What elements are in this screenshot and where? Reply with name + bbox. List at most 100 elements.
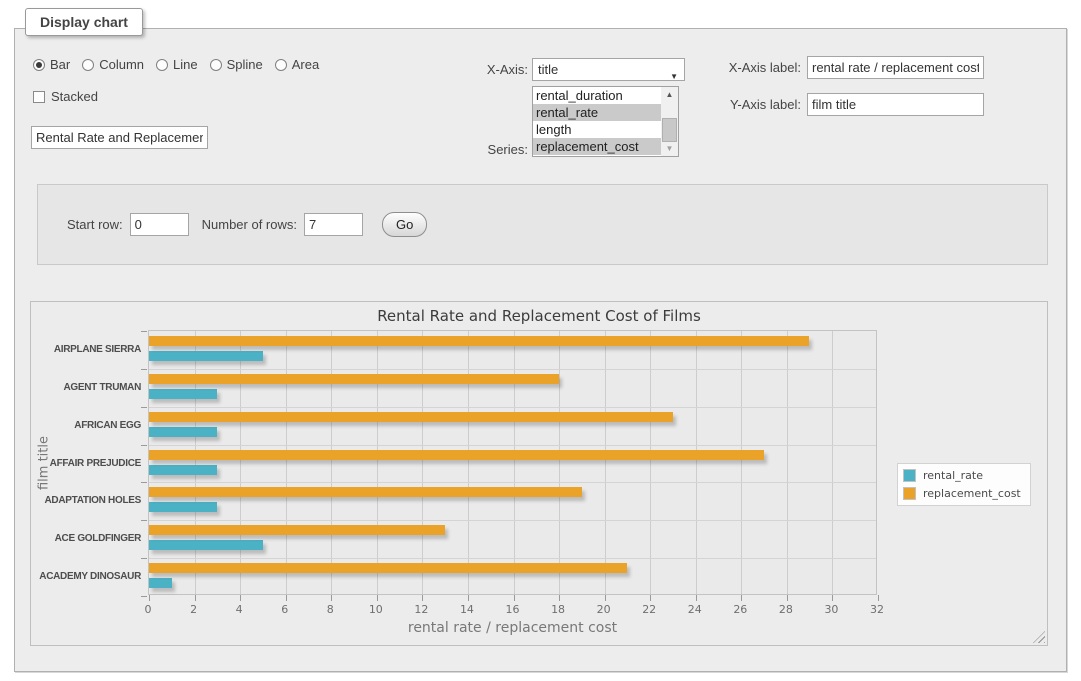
gridline [468,331,469,594]
legend-item: rental_rate [903,469,1021,482]
stacked-checkbox-row[interactable]: Stacked [33,89,98,104]
x-tick-label: 2 [179,603,209,616]
category-label: ACADEMY DINOSAUR [31,571,141,582]
x-tick-label: 4 [224,603,254,616]
y-tick-mark [141,331,147,332]
x-tick-label: 26 [725,603,755,616]
radio-label: Column [99,57,144,72]
x-tick-mark [832,595,833,601]
radio-icon[interactable] [156,59,168,71]
x-tick-label: 18 [543,603,573,616]
category-label: AFRICAN EGG [31,420,141,431]
series-option-rental_duration[interactable]: rental_duration [533,87,662,104]
bar-replacement_cost [149,412,673,422]
radio-icon[interactable] [210,59,222,71]
series-scrollbar[interactable]: ▲ ▼ [661,87,678,156]
series-multiselect[interactable]: rental_durationrental_ratelengthreplacem… [532,86,679,157]
gridline [149,482,876,483]
gridline [286,331,287,594]
gridline [605,331,606,594]
scrollbar-thumb[interactable] [662,118,677,142]
gridline [149,558,876,559]
bar-rental_rate [149,427,217,437]
x-tick-label: 16 [498,603,528,616]
y-axis-label-input[interactable] [807,93,984,116]
legend-item: replacement_cost [903,487,1021,500]
bar-rental_rate [149,502,217,512]
panel-legend: Display chart [25,8,143,36]
gridline [149,407,876,408]
stacked-checkbox[interactable] [33,91,45,103]
x-tick-mark [240,595,241,601]
x-tick-label: 28 [771,603,801,616]
series-option-replacement_cost[interactable]: replacement_cost [533,138,662,155]
resize-handle-icon[interactable] [1033,631,1045,643]
x-tick-label: 30 [816,603,846,616]
bar-replacement_cost [149,487,582,497]
start-row-label: Start row: [67,217,123,232]
radio-icon[interactable] [33,59,45,71]
chart-container: Rental Rate and Replacement Cost of Film… [30,301,1048,646]
gridline [422,331,423,594]
x-tick-label: 10 [361,603,391,616]
category-label: ADAPTATION HOLES [31,495,141,506]
y-tick-mark [141,445,147,446]
y-axis-title: film title [37,436,52,490]
y-tick-mark [141,369,147,370]
category-label: ACE GOLDFINGER [31,533,141,544]
category-label: AGENT TRUMAN [31,382,141,393]
x-axis-selected-value: title [538,62,558,77]
gridline [240,331,241,594]
start-row-input[interactable] [130,213,189,236]
x-tick-label: 8 [315,603,345,616]
radio-icon[interactable] [82,59,94,71]
bar-rental_rate [149,465,217,475]
radio-label: Area [292,57,319,72]
bar-rental_rate [149,540,263,550]
gridline [195,331,196,594]
series-option-rental_rate[interactable]: rental_rate [533,104,662,121]
radio-icon[interactable] [275,59,287,71]
x-tick-mark [468,595,469,601]
x-axis-select[interactable]: title ▼ [532,58,685,81]
y-tick-mark [141,520,147,521]
x-tick-label: 24 [680,603,710,616]
legend-label: rental_rate [923,469,983,482]
num-rows-label: Number of rows: [202,217,297,232]
go-button[interactable]: Go [382,212,427,237]
x-tick-mark [422,595,423,601]
chart-type-column[interactable]: Column [82,57,144,72]
stacked-label: Stacked [51,89,98,104]
scroll-up-icon[interactable]: ▲ [661,87,678,102]
x-tick-label: 20 [589,603,619,616]
chart-type-bar[interactable]: Bar [33,57,70,72]
x-axis-label-input[interactable] [807,56,984,79]
gridline [832,331,833,594]
chart-type-area[interactable]: Area [275,57,319,72]
category-label: AIRPLANE SIERRA [31,344,141,355]
scroll-down-icon[interactable]: ▼ [661,141,678,156]
radio-label: Bar [50,57,70,72]
chart-title: Rental Rate and Replacement Cost of Film… [31,307,1047,325]
gridline [514,331,515,594]
chart-title-input[interactable] [31,126,208,149]
legend-label: replacement_cost [923,487,1021,500]
x-tick-label: 0 [133,603,163,616]
series-option-length[interactable]: length [533,121,662,138]
chart-type-spline[interactable]: Spline [210,57,263,72]
chart-type-line[interactable]: Line [156,57,198,72]
y-tick-mark [141,407,147,408]
series-list-label: Series: [462,142,528,157]
x-tick-mark [559,595,560,601]
x-tick-mark [878,595,879,601]
radio-label: Line [173,57,198,72]
chevron-down-icon: ▼ [670,66,678,87]
radio-label: Spline [227,57,263,72]
gridline [650,331,651,594]
num-rows-input[interactable] [304,213,363,236]
y-tick-mark [141,558,147,559]
bar-rental_rate [149,351,263,361]
gridline [559,331,560,594]
bar-replacement_cost [149,450,764,460]
gridline [149,520,876,521]
